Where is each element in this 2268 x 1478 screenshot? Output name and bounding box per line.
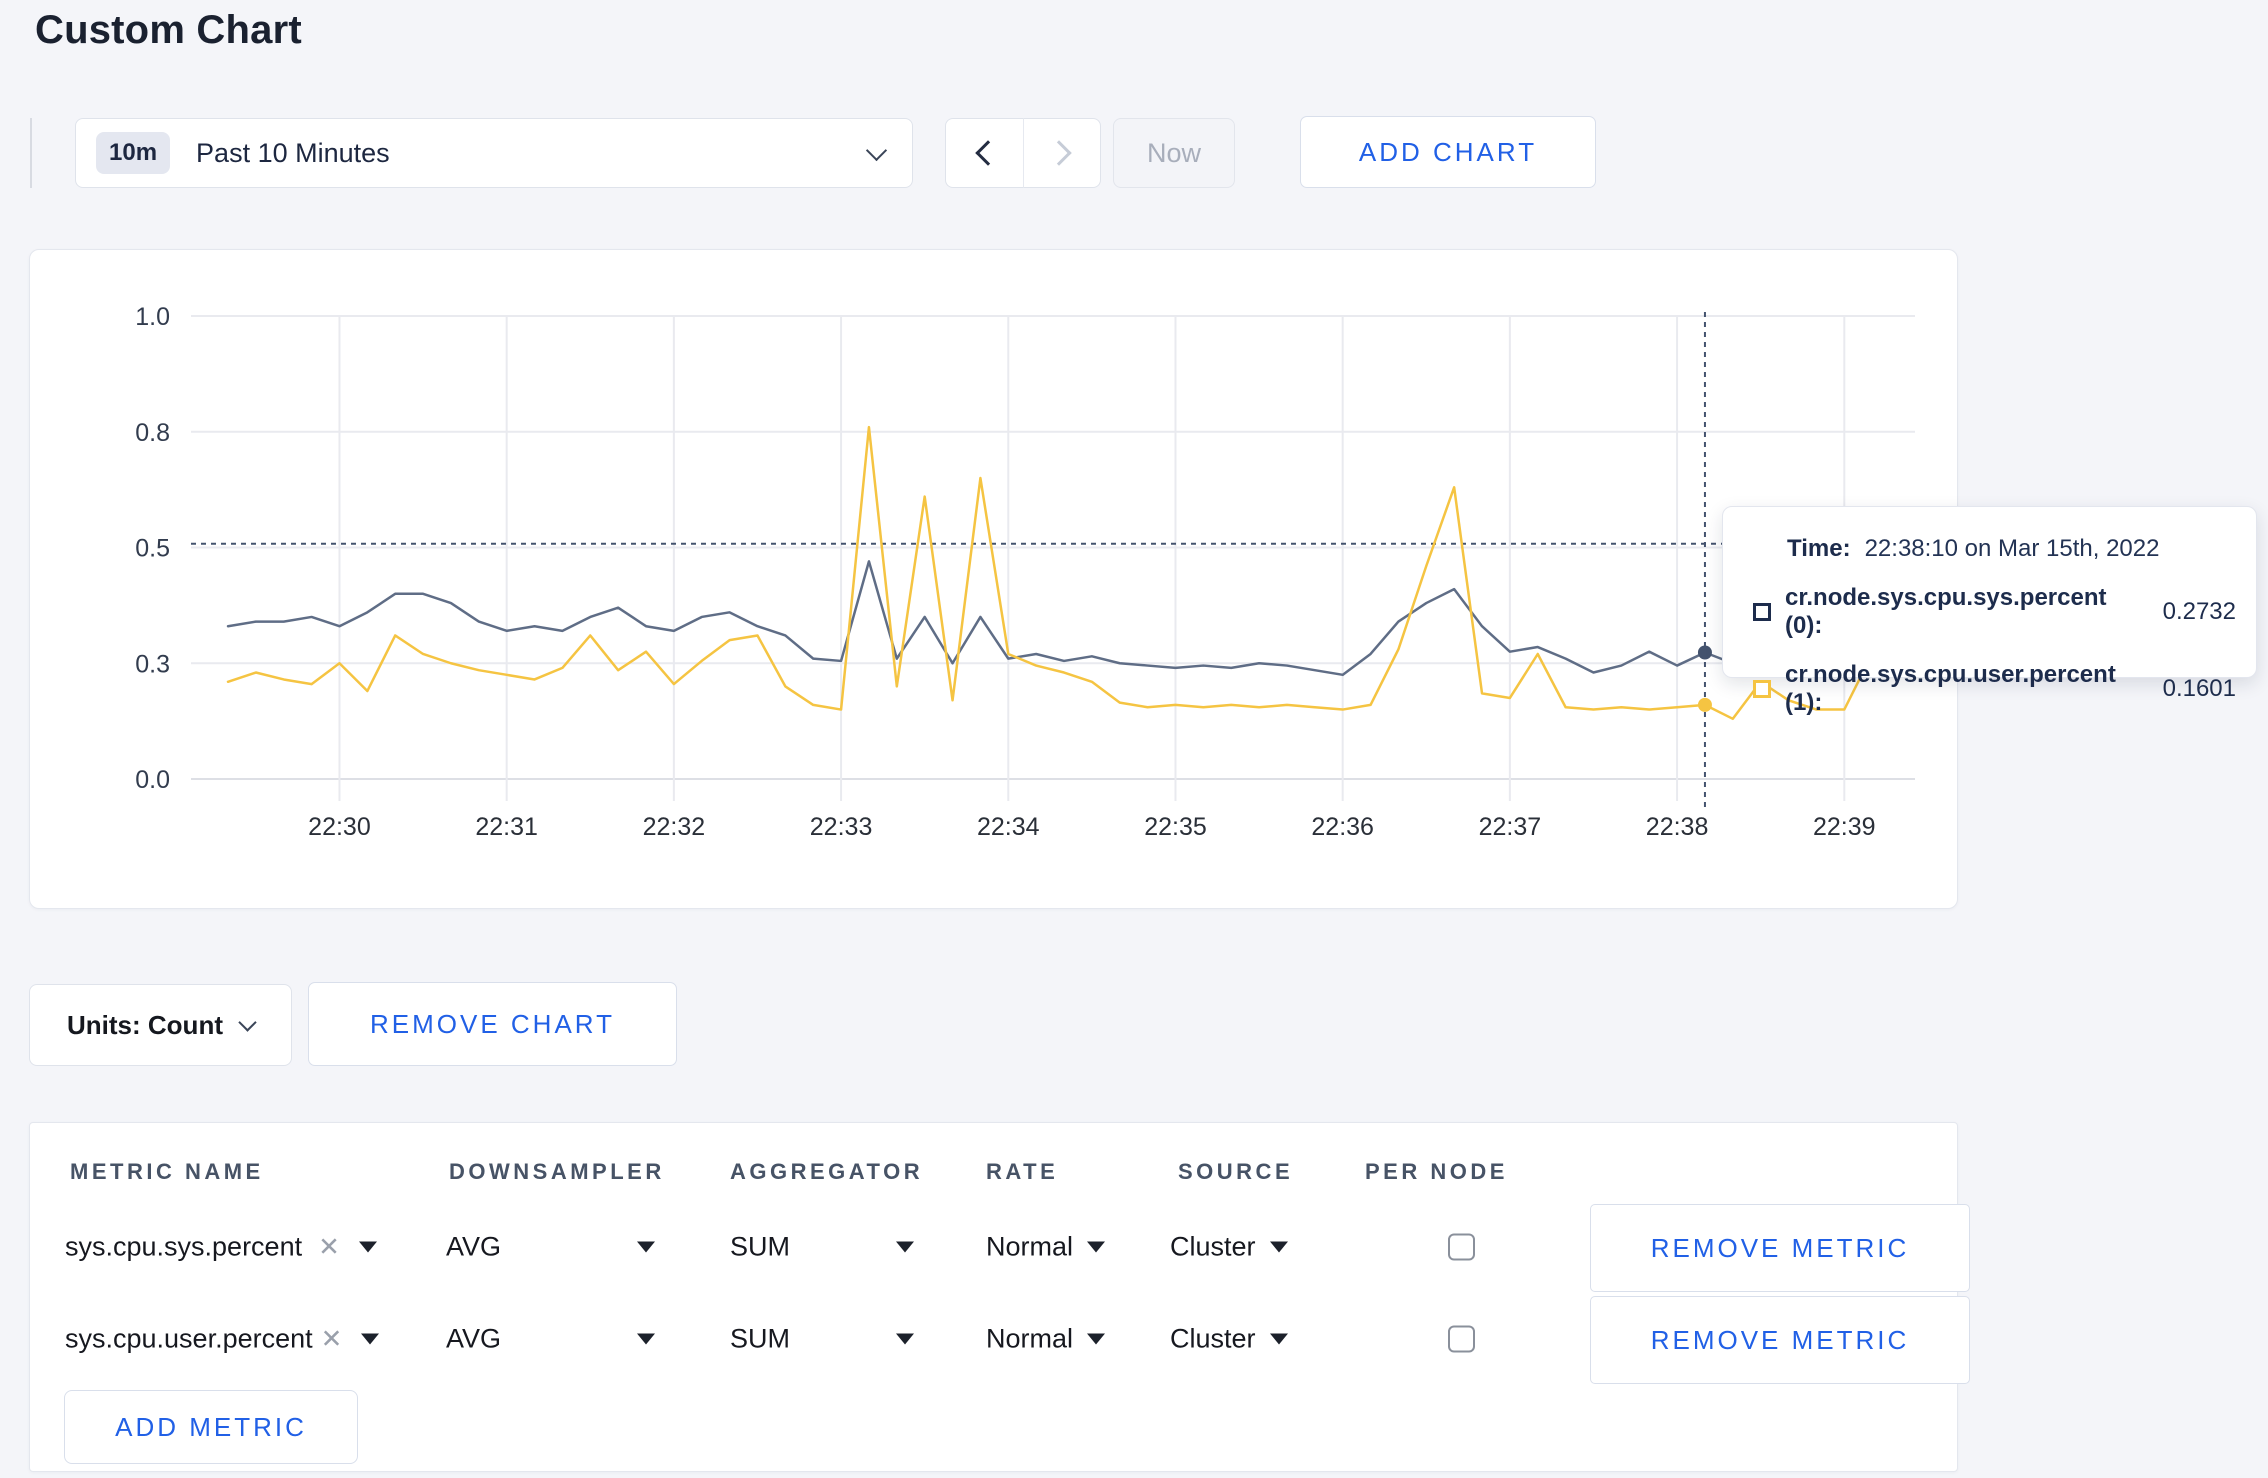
time-window-badge: 10m [96,132,171,174]
svg-text:1.0: 1.0 [135,303,170,331]
toolbar-divider [30,118,32,188]
aggregator-select[interactable]: SUM [730,1232,790,1263]
caret-down-icon [896,1333,914,1345]
svg-text:0.3: 0.3 [135,650,170,678]
rate-value: Normal [986,1231,1074,1262]
downsampler-select[interactable]: AVG [446,1324,501,1355]
col-header-aggregator: AGGREGATOR [730,1159,924,1184]
downsampler-select[interactable]: AVG [446,1232,501,1263]
caret-down-icon [637,1241,655,1253]
col-header-downsampler: DOWNSAMPLER [449,1159,665,1184]
svg-text:0.0: 0.0 [135,766,170,794]
time-nav-group [945,118,1101,188]
tooltip-series-row: cr.node.sys.cpu.user.percent (1): 0.1601 [1753,661,2236,717]
svg-text:22:35: 22:35 [1144,813,1207,841]
downsampler-value: AVG [446,1323,502,1354]
aggregator-caret[interactable] [896,1241,914,1253]
caret-down-icon [1087,1333,1106,1345]
svg-text:22:38: 22:38 [1646,813,1709,841]
caret-down-icon [1087,1241,1106,1253]
chevron-down-icon [238,1012,257,1032]
svg-text:22:32: 22:32 [643,813,706,841]
metric-name-value: sys.cpu.sys.percent [65,1231,303,1262]
next-interval-button[interactable] [1023,118,1101,188]
tooltip-series-label: cr.node.sys.cpu.user.percent (1): [1785,661,2116,716]
source-value: Cluster [1170,1323,1256,1354]
rate-value: Normal [986,1323,1074,1354]
remove-chart-button[interactable]: REMOVE CHART [308,982,677,1066]
clear-metric-icon[interactable]: ✕ [321,1324,343,1355]
chart-panel: 0.0 0.3 0.5 0.8 1.0 22:30 22:31 22:32 22:33 22:34… [29,249,1958,909]
add-metric-button[interactable]: ADD METRIC [64,1390,358,1464]
tooltip-series-label: cr.node.sys.cpu.sys.percent (0): [1785,584,2107,639]
time-window-label: Past 10 Minutes [196,137,390,168]
per-node-checkbox[interactable] [1448,1233,1475,1261]
units-label: Units: Count [67,1009,223,1040]
aggregator-select[interactable]: SUM [730,1324,790,1355]
svg-text:22:31: 22:31 [475,813,538,841]
metric-name-value: sys.cpu.user.percent [65,1323,313,1354]
tooltip-time-value: 22:38:10 on Mar 15th, 2022 [1864,535,2160,562]
svg-text:0.8: 0.8 [135,419,170,447]
svg-text:22:34: 22:34 [977,813,1040,841]
chevron-down-icon [865,139,888,161]
downsampler-caret[interactable] [637,1241,655,1253]
per-node-checkbox[interactable] [1448,1325,1475,1353]
metric-row: sys.cpu.user.percent ✕ AVG SUM Normal Cl… [30,1293,1970,1385]
metric-name-select[interactable]: sys.cpu.user.percent ✕ [65,1323,380,1355]
chevron-right-icon [1046,140,1072,166]
aggregator-value: SUM [730,1231,790,1262]
remove-metric-button[interactable]: REMOVE METRIC [1590,1204,1970,1292]
caret-down-icon [637,1333,655,1345]
tooltip-time-label: Time: [1787,535,1851,562]
tooltip-series-row: cr.node.sys.cpu.sys.percent (0): 0.2732 [1753,584,2236,640]
tooltip-series-value: 0.2732 [2162,598,2236,625]
clear-metric-icon[interactable]: ✕ [318,1232,340,1263]
caret-down-icon [1269,1333,1288,1345]
col-header-per-node: PER NODE [1365,1159,1508,1184]
custom-chart-canvas[interactable]: 0.0 0.3 0.5 0.8 1.0 22:30 22:31 22:32 22:33 22:34… [30,250,1957,908]
remove-metric-button[interactable]: REMOVE METRIC [1590,1296,1970,1384]
tooltip-series-value: 0.1601 [2162,675,2236,702]
page-title: Custom Chart [35,8,302,52]
downsampler-value: AVG [446,1231,502,1262]
col-header-rate: RATE [986,1159,1059,1184]
downsampler-caret[interactable] [637,1333,655,1345]
col-header-metric-name: METRIC NAME [70,1159,264,1184]
col-header-source: SOURCE [1178,1159,1294,1184]
rate-select[interactable]: Normal [986,1231,1106,1263]
caret-down-icon [1269,1241,1288,1253]
svg-text:22:39: 22:39 [1813,813,1876,841]
source-value: Cluster [1170,1231,1256,1262]
svg-text:22:33: 22:33 [810,813,873,841]
caret-down-icon [361,1333,380,1345]
aggregator-value: SUM [730,1323,790,1354]
prev-interval-button[interactable] [945,118,1023,188]
source-select[interactable]: Cluster [1170,1232,1288,1263]
add-chart-button[interactable]: ADD CHART [1300,116,1596,188]
metric-name-select[interactable]: sys.cpu.sys.percent ✕ [65,1232,377,1263]
units-select[interactable]: Units: Count [29,984,292,1066]
rate-select[interactable]: Normal [986,1323,1106,1355]
caret-down-icon [896,1241,914,1253]
chart-tooltip: Time: 22:38:10 on Mar 15th, 2022 cr.node.… [1722,506,2257,716]
now-button[interactable]: Now [1113,118,1235,188]
metric-row: sys.cpu.sys.percent ✕ AVG SUM Normal Clu… [30,1201,1970,1293]
sys-series-swatch-icon [1753,603,1771,621]
source-select[interactable]: Cluster [1170,1324,1288,1355]
svg-text:0.5: 0.5 [135,535,170,563]
user-series-swatch-icon [1753,680,1771,698]
time-window-select[interactable]: 10m Past 10 Minutes [75,118,913,188]
svg-text:22:30: 22:30 [308,813,371,841]
chevron-left-icon [974,140,1001,166]
svg-text:22:36: 22:36 [1311,813,1374,841]
aggregator-caret[interactable] [896,1333,914,1345]
svg-text:22:37: 22:37 [1479,813,1542,841]
caret-down-icon [358,1241,377,1253]
tooltip-time-row: Time: 22:38:10 on Mar 15th, 2022 [1753,535,2236,563]
